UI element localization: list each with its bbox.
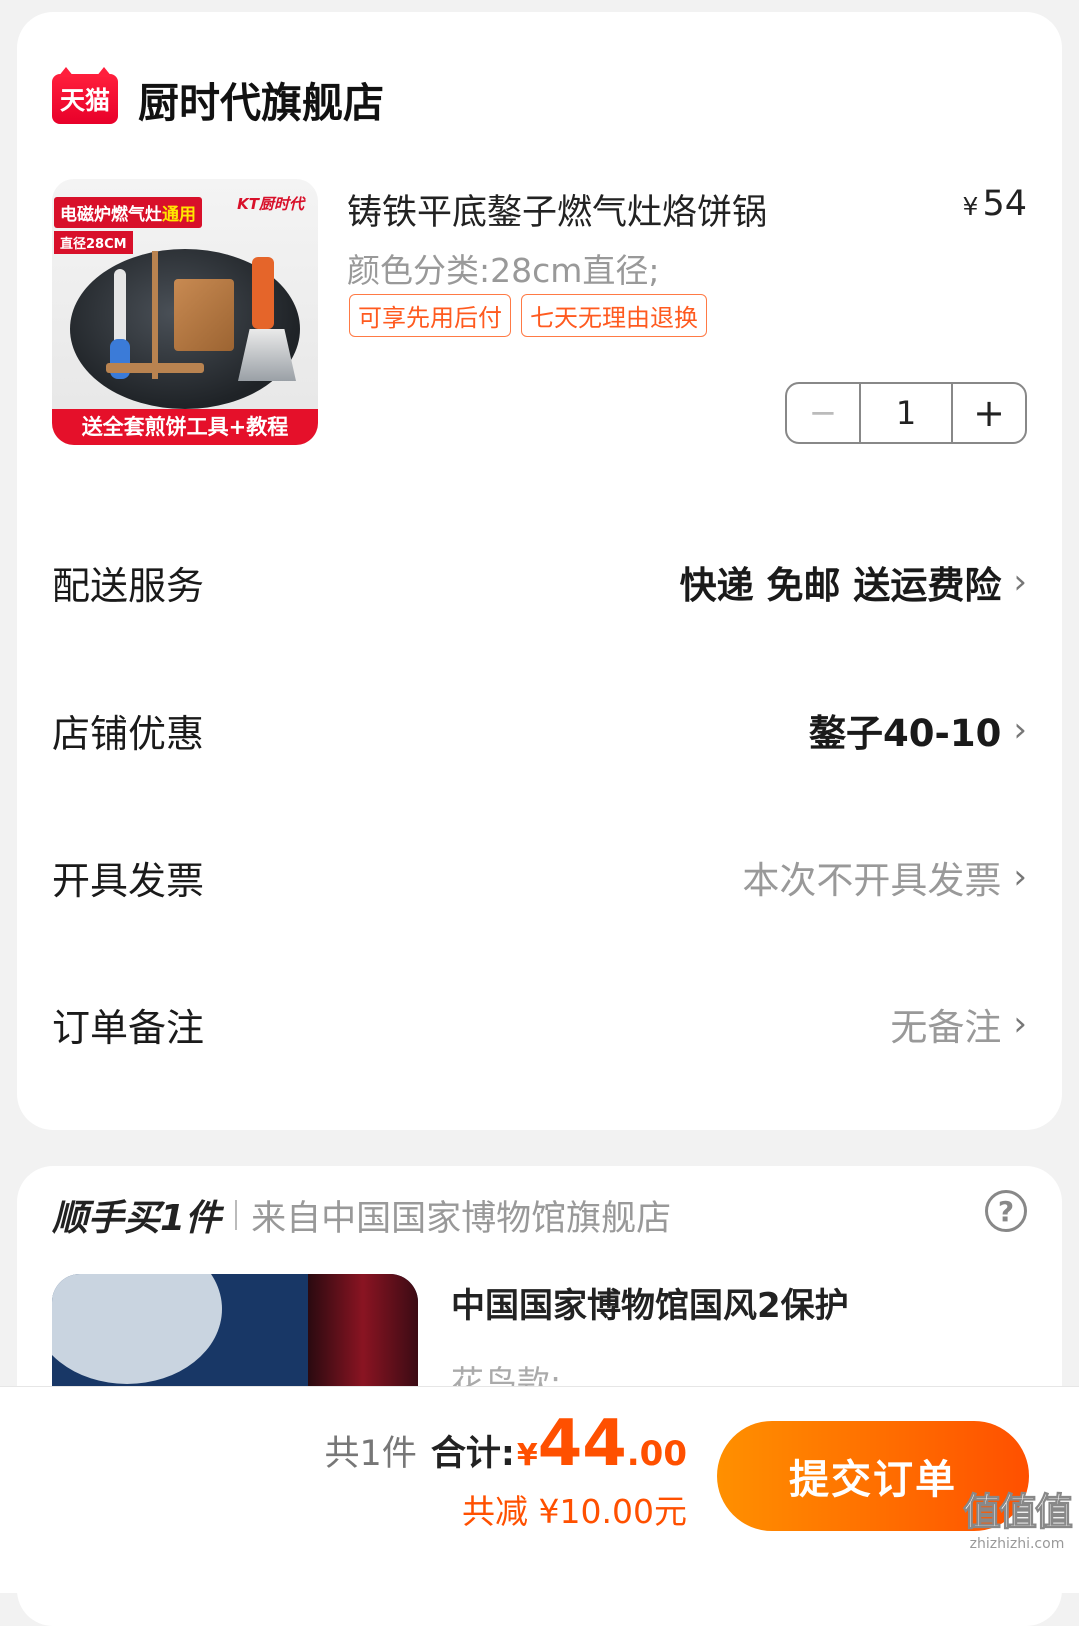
row-label: 订单备注: [52, 1005, 205, 1050]
image-tag-compat: 电磁炉燃气灶通用: [54, 197, 202, 228]
row-value-wrap: 无备注 ›: [890, 997, 1027, 1051]
store-name: 厨时代旗舰店: [138, 79, 384, 127]
decrease-button[interactable]: −: [787, 384, 861, 442]
store-header[interactable]: 天猫 厨时代旗舰店: [52, 64, 384, 134]
discount-total[interactable]: 共减 ¥10.00元: [462, 1485, 687, 1533]
row-store-discount[interactable]: 店铺优惠 鏊子40-10 ›: [52, 700, 1027, 760]
product-spec[interactable]: 颜色分类:28cm直径;: [347, 244, 660, 292]
row-order-note[interactable]: 订单备注 无备注 ›: [52, 994, 1027, 1054]
divider: [235, 1200, 238, 1230]
spreader-bar-illustration: [106, 363, 204, 373]
checkout-bar: 共1件 合计: ¥ 44 .00 共减 ¥10.00元 提交订单 值值值 zhi…: [0, 1386, 1079, 1593]
row-label: 开具发票: [52, 858, 205, 903]
addon-title: 顺手买1件: [52, 1198, 222, 1239]
row-value: 本次不开具发票: [742, 859, 1002, 902]
increase-button[interactable]: +: [951, 384, 1025, 442]
product-title[interactable]: 铸铁平底鏊子燃气灶烙饼锅: [347, 184, 767, 235]
tag-return: 七天无理由退换: [521, 294, 707, 337]
item-count: 共1件: [324, 1434, 417, 1474]
tmall-logo: 天猫: [52, 67, 118, 124]
tag-pay-later: 可享先用后付: [349, 294, 511, 337]
total-integer: 44: [537, 1407, 627, 1481]
watermark: 值值值 zhizhizhi.com: [962, 1481, 1073, 1553]
brush-head-illustration: [110, 339, 130, 379]
row-label: 店铺优惠: [52, 711, 205, 756]
row-value-wrap: 鏊子40-10 ›: [809, 703, 1027, 757]
row-value: 无备注: [890, 1006, 1002, 1049]
row-value-wrap: 本次不开具发票 ›: [742, 850, 1027, 904]
image-banner: 送全套煎饼工具+教程: [52, 409, 318, 445]
quantity-input[interactable]: 1: [861, 384, 951, 442]
total-label: 合计:: [430, 1434, 515, 1474]
quantity-stepper: − 1 +: [785, 382, 1027, 444]
row-value-wrap: 快递 免邮 送运费险 ›: [680, 555, 1027, 609]
row-label: 配送服务: [52, 563, 205, 608]
addon-header: 顺手买1件 来自中国国家博物馆旗舰店: [52, 1190, 671, 1240]
spatula-handle-illustration: [252, 257, 274, 329]
chevron-right-icon: ›: [1013, 710, 1027, 750]
total-summary: 共1件 合计: ¥ 44 .00: [325, 1407, 687, 1481]
product-price: ¥54: [962, 184, 1027, 224]
spreader-illustration: [152, 251, 158, 379]
total-decimal: .00: [626, 1434, 687, 1474]
image-tag-size: 直径28CM: [54, 231, 133, 254]
watermark-site: zhizhizhi.com: [969, 1536, 1065, 1552]
order-card: 天猫 厨时代旗舰店 电磁炉燃气灶通用 直径28CM KT厨时代 送全套煎饼工具+…: [17, 12, 1062, 1130]
chevron-right-icon: ›: [1013, 857, 1027, 897]
chevron-right-icon: ›: [1013, 1004, 1027, 1044]
product-image[interactable]: 电磁炉燃气灶通用 直径28CM KT厨时代 送全套煎饼工具+教程: [52, 179, 318, 445]
total-currency: ¥: [516, 1438, 538, 1473]
row-value: 快递 免邮 送运费险: [679, 564, 1002, 607]
help-icon[interactable]: ?: [985, 1190, 1027, 1232]
watermark-logo: 值值值: [962, 1490, 1073, 1535]
addon-source: 来自中国国家博物馆旗舰店: [251, 1198, 672, 1239]
cloud-illustration: [52, 1274, 222, 1384]
image-brand-logo: KT厨时代: [237, 195, 304, 213]
row-invoice[interactable]: 开具发票 本次不开具发票 ›: [52, 847, 1027, 907]
row-delivery[interactable]: 配送服务 快递 免邮 送运费险 ›: [52, 552, 1027, 612]
service-tags: 可享先用后付 七天无理由退换: [349, 294, 707, 337]
addon-product-title[interactable]: 中国国家博物馆国风2保护: [451, 1278, 849, 1327]
board-illustration: [174, 279, 234, 351]
row-value: 鏊子40-10: [809, 712, 1002, 755]
chevron-right-icon: ›: [1013, 562, 1027, 602]
